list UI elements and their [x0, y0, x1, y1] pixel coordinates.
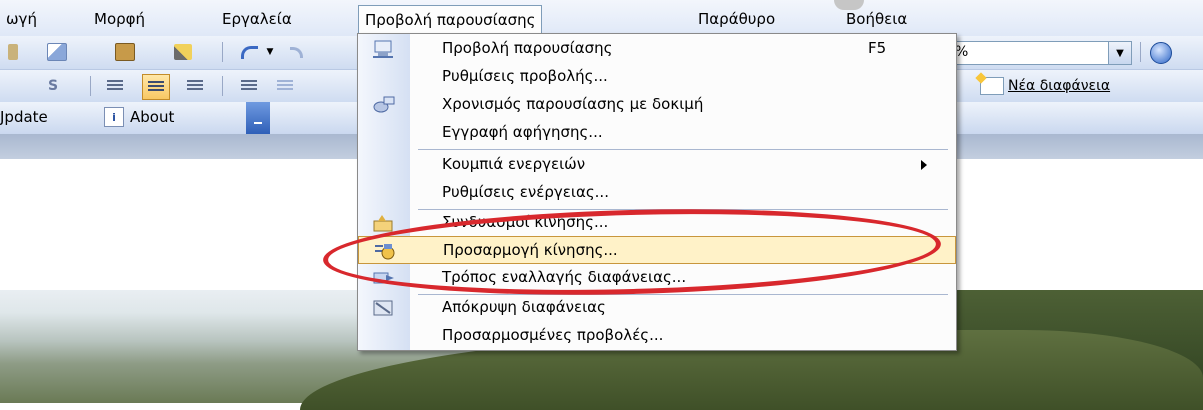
new-slide-label: Νέα διαφάνεια	[1008, 78, 1111, 94]
copy-icon[interactable]	[44, 40, 70, 64]
submenu-arrow-icon	[921, 160, 927, 170]
align-left-icon[interactable]	[102, 74, 128, 98]
new-slide-button[interactable]: Νέα διαφάνεια	[980, 76, 1110, 96]
undo-icon[interactable]	[236, 40, 262, 64]
update-button[interactable]: Jpdate	[0, 108, 48, 126]
menu-insert[interactable]: ωγή	[0, 8, 43, 30]
menu-help[interactable]: Βοήθεια	[840, 8, 913, 30]
projector-icon	[372, 39, 396, 59]
help-icon[interactable]	[1150, 42, 1172, 64]
menu-item-shortcut: F5	[868, 39, 887, 57]
menu-window[interactable]: Παράθυρο	[692, 8, 781, 30]
numbered-list-icon[interactable]	[236, 74, 262, 98]
menu-item-action-settings[interactable]: Ρυθμίσεις ενέργειας...	[358, 179, 956, 207]
menu-item-label: Προβολή παρουσίασης	[442, 39, 613, 57]
menu-format-label: Μορφή	[94, 10, 146, 28]
menu-item-record-narration[interactable]: Εγγραφή αφήγησης...	[358, 119, 956, 147]
timer-icon	[372, 95, 396, 115]
menu-item-label: Προσαρμοσμένες προβολές...	[442, 326, 664, 344]
info-icon: i	[104, 107, 124, 127]
about-button[interactable]: i About	[104, 107, 174, 127]
menu-item-label: Ρυθμίσεις προβολής...	[442, 67, 608, 85]
bulleted-list-icon[interactable]	[272, 74, 298, 98]
menu-format[interactable]: Μορφή	[88, 8, 151, 30]
menu-item-rehearse-timings[interactable]: Χρονισμός παρουσίασης με δοκιμή	[358, 91, 956, 119]
shadow-icon[interactable]: S	[40, 74, 66, 98]
zoom-select[interactable]: % ▼	[950, 41, 1132, 65]
toolbar-separator	[90, 76, 91, 96]
menu-item-label: Κουμπιά ενεργειών	[442, 155, 586, 173]
menu-item-label: Χρονισμός παρουσίασης με δοκιμή	[442, 95, 704, 113]
menu-item-view-show[interactable]: Προβολή παρουσίασης F5	[358, 35, 956, 63]
menu-separator	[418, 149, 948, 150]
align-right-icon[interactable]	[182, 74, 208, 98]
align-center-icon[interactable]	[142, 74, 170, 100]
menu-item-hide-slide[interactable]: Απόκρυψη διαφάνειας	[358, 294, 956, 322]
menu-item-setup-show[interactable]: Ρυθμίσεις προβολής...	[358, 63, 956, 91]
hide-slide-icon	[372, 298, 396, 318]
cut-icon[interactable]	[0, 40, 26, 64]
slideshow-menu: Προβολή παρουσίασης F5 Ρυθμίσεις προβολή…	[357, 33, 957, 351]
redo-icon[interactable]	[286, 40, 306, 64]
animation-schemes-icon	[372, 213, 396, 233]
about-label: About	[130, 108, 175, 126]
toolbar-options-icon[interactable]	[246, 102, 270, 134]
menu-item-custom-shows[interactable]: Προσαρμοσμένες προβολές...	[358, 322, 956, 350]
toolbar-separator	[222, 76, 223, 96]
format-painter-icon[interactable]	[170, 40, 196, 64]
toolbar-separator	[1140, 42, 1141, 62]
menu-item-label: Εγγραφή αφήγησης...	[442, 123, 603, 141]
menu-item-label: Απόκρυψη διαφάνειας	[442, 298, 606, 316]
toolbar-separator	[222, 42, 223, 62]
menu-item-action-buttons[interactable]: Κουμπιά ενεργειών	[358, 151, 956, 179]
undo-dropdown-icon[interactable]: ▼	[262, 40, 278, 64]
paste-icon[interactable]	[112, 40, 138, 64]
menu-item-label: Ρυθμίσεις ενέργειας...	[442, 183, 609, 201]
new-slide-icon	[980, 77, 1004, 95]
menu-tools[interactable]: Εργαλεία	[216, 8, 298, 30]
menu-bar: ωγή Μορφή Εργαλεία Προβολή παρουσίασης Π…	[0, 0, 1203, 37]
chevron-down-icon[interactable]: ▼	[1108, 42, 1131, 64]
menu-slideshow[interactable]: Προβολή παρουσίασης	[358, 5, 543, 34]
